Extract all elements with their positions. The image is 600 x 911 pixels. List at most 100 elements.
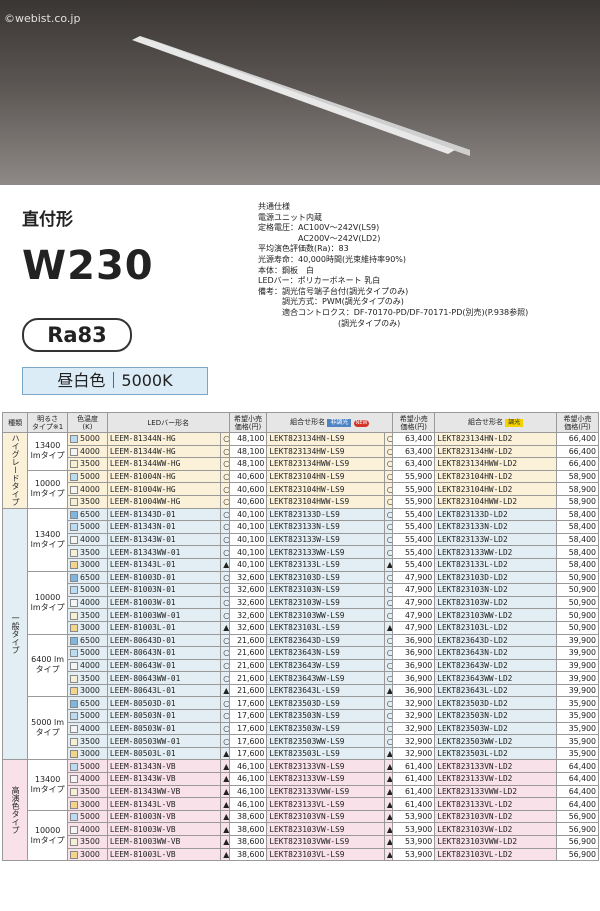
set-price-dimming: 39,900 [555,671,600,685]
color-temp-cell: 4000 [67,482,108,496]
stock-mark: ○ [220,696,230,711]
set-model-dimming: LEKT823103VW-LD2 [434,822,557,836]
stock-mark: ○ [383,457,394,471]
led-bar-model: LEEM-81003D-01 [106,570,222,585]
led-bar-model: LEEM-80503D-01 [106,696,222,711]
set-model-non-dimming: LEKT823103L-LS9 [266,620,385,635]
set-price-dimming: 39,900 [555,633,600,648]
color-swatch-icon [70,510,79,519]
color-swatch-icon [70,750,79,759]
led-bar-model: LEEM-80503L-01 [106,746,222,761]
stock-mark: ○ [220,633,230,648]
color-temp-cell: 5000 [67,646,108,660]
led-bar-price: 17,600 [228,734,268,748]
stock-mark: ○ [220,570,230,585]
color-swatch-icon [70,573,79,582]
color-temp-value: 5000 [80,522,100,532]
set-model-non-dimming: LEKT823503W-LS9 [266,721,385,736]
stock-mark: ○ [383,734,394,748]
led-bar-price: 48,100 [228,432,268,446]
set-model-non-dimming: LEKT823503D-LS9 [266,696,385,711]
led-bar-price: 32,600 [228,608,268,622]
stock-mark: ○ [220,444,230,459]
color-temp-value: 3500 [80,837,100,847]
set-model-non-dimming: LEKT823103W-LS9 [266,595,385,610]
set-model-dimming: LEKT823643W-LD2 [434,658,557,673]
set-price-non-dimming: 36,900 [392,658,436,673]
color-swatch-icon [70,536,79,545]
model-title: W230 [22,243,154,289]
color-swatch-icon [70,460,79,469]
led-bar-price: 38,600 [228,835,268,849]
stock-mark: ○ [220,432,230,446]
spec-line: 電源ユニット内蔵 [258,212,322,222]
brightness-cell: 13400 lmタイプ [27,507,69,572]
set-model-dimming: LEKT823133VW-LD2 [434,772,557,786]
color-temp-value: 5000 [80,648,100,658]
set-price-non-dimming: 55,400 [392,557,436,572]
set-model-dimming: LEKT823133VN-LD2 [434,759,557,774]
set-price-non-dimming: 36,900 [392,683,436,698]
type-cell: 一般タイプ [1,507,29,761]
color-temp-cell: 5000 [67,709,108,723]
set-model-non-dimming: LEKT823103VL-LS9 [266,847,385,862]
color-temp-value: 6500 [80,635,100,645]
color-temp-cell: 4000 [67,444,108,459]
color-temp-cell: 4000 [67,822,108,836]
stock-mark: ○ [383,583,394,597]
color-swatch-icon [70,636,79,645]
stock-mark: ○ [383,432,394,446]
led-bar-model: LEEM-81004WW-HG [106,494,222,509]
spec-line: 定格電圧：AC100V～242V(LS9) [258,223,380,233]
stock-mark: ○ [220,721,230,736]
set-model-dimming: LEKT823503D-LD2 [434,696,557,711]
set-model-dimming: LEKT823134HW-LD2 [434,444,557,459]
color-temp-value: 4000 [80,774,100,784]
led-bar-price: 17,600 [228,746,268,761]
led-bar-model: LEEM-81343W-VB [106,772,222,786]
set-model-dimming: LEKT823134HN-LD2 [434,432,557,446]
stock-mark: ▲ [220,772,230,786]
stock-mark: ▲ [220,784,230,799]
stock-mark: ○ [220,595,230,610]
color-temp-value: 3000 [80,799,100,809]
set-price-non-dimming: 61,400 [392,772,436,786]
table-row: 6400 lmタイプ6500LEEM-80643D-01○21,600LEKT8… [3,633,600,698]
led-bar-model: LEEM-80643WW-01 [106,671,222,685]
set-model-non-dimming: LEKT823103VN-LS9 [266,809,385,824]
stock-mark: ○ [383,671,394,685]
led-bar-model: LEEM-81003N-01 [106,583,222,597]
table-row: ハイグレードタイプ13400 lmタイプ5000LEEM-81344N-HG○4… [1,432,600,509]
spec-line: AC200V～242V(LD2) [258,233,381,243]
stock-mark: ▲ [383,772,394,786]
set-model-dimming: LEKT823133N-LD2 [434,520,557,534]
brightness-cell: 13400 lmタイプ [27,432,69,471]
watermark: ©webist.co.jp [4,12,81,25]
set-model-dimming: LEKT823103W-LD2 [434,595,557,610]
color-swatch-icon [70,624,79,633]
set-price-non-dimming: 61,400 [392,759,436,774]
color-temp-value: 3500 [80,786,100,796]
color-temp-value: 6500 [80,572,100,582]
led-bar-price: 38,600 [228,847,268,862]
color-temp-value: 3500 [80,610,100,620]
set-model-dimming: LEKT823133W-LD2 [434,532,557,547]
set-model-non-dimming: LEKT823133VW-LS9 [266,772,385,786]
set-price-non-dimming: 47,900 [392,583,436,597]
table-row: 3500LEEM-80503WW-01○17,600LEKT823503WW-L… [3,734,600,748]
table-row: 3000 LEEM-81003L-VB ▲ 38,600 LEKT823103VL-LS… [3,847,600,862]
set-model-non-dimming: LEKT823643W-LS9 [266,658,385,673]
led-bar-price: 48,100 [228,457,268,471]
set-price-non-dimming: 55,400 [392,532,436,547]
color-temp-value: 5000 [80,585,100,595]
table-row: 10000 lmタイプ6500LEEM-81003D-01○32,600LEKT… [3,570,600,635]
set-model-non-dimming: LEKT823104HWW-LS9 [266,494,385,509]
spec-line: 共通仕様 [258,202,290,211]
led-bar-price: 46,100 [228,759,268,774]
set-price-dimming: 64,400 [555,759,600,774]
set-model-dimming: LEKT823643L-LD2 [434,683,557,698]
header-bar: LEDバー形名 [106,412,230,433]
stock-mark: ▲ [383,835,394,849]
brightness-cell: 10000 lmタイプ [27,570,69,635]
stock-mark: ○ [383,658,394,673]
